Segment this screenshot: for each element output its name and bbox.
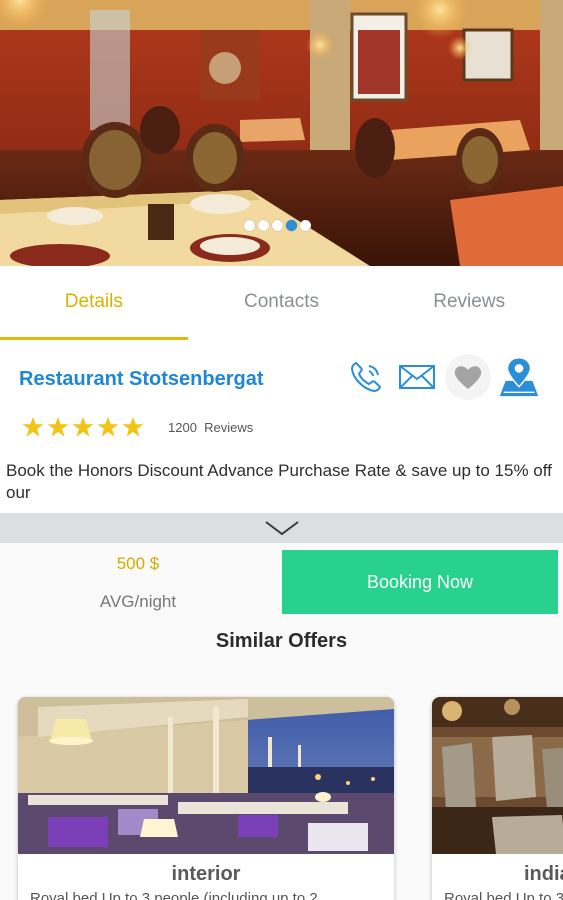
- offer-card-title: interior: [171, 863, 241, 885]
- star-icon: [97, 416, 119, 437]
- carousel-dot[interactable]: [244, 220, 255, 231]
- restaurant-info: Restaurant Stotsenbergat 1200 Reviews Bo…: [0, 342, 563, 513]
- chevron-down-icon: [264, 521, 299, 536]
- carousel-dot[interactable]: [300, 220, 311, 231]
- tab-details[interactable]: Details: [0, 266, 188, 342]
- star-icon: [72, 416, 94, 437]
- contact-actions: [343, 354, 547, 400]
- heart-icon: [454, 366, 482, 389]
- restaurant-description: Book the Honors Discount Advance Purchas…: [6, 461, 552, 502]
- hero-image-carousel[interactable]: [0, 0, 563, 266]
- carousel-dots[interactable]: [244, 220, 311, 231]
- offer-card[interactable]: interior Royal bed Up to 3 people (inclu…: [18, 697, 394, 900]
- price-value: 500 $: [116, 554, 160, 573]
- expand-description-bar[interactable]: [0, 513, 563, 543]
- phone-icon[interactable]: [343, 354, 389, 400]
- restaurant-name: Restaurant Stotsenbergat: [19, 368, 264, 390]
- reviews-label: Reviews: [204, 420, 254, 435]
- restaurant-detail-screen: Details Contacts Reviews Restaurant Stot…: [0, 0, 563, 900]
- mail-icon[interactable]: [394, 354, 440, 400]
- reviews-count[interactable]: 1200 Reviews: [168, 420, 253, 435]
- booking-section: 500 $ AVG/night Booking Now: [0, 543, 563, 623]
- carousel-dot-active[interactable]: [286, 220, 297, 231]
- carousel-dot[interactable]: [258, 220, 269, 231]
- carousel-dot[interactable]: [272, 220, 283, 231]
- offer-card-description: Royal bed Up to 3 people (including up t…: [30, 890, 318, 900]
- favorite-button[interactable]: [445, 354, 491, 400]
- reviews-number: 1200: [168, 420, 197, 435]
- rating-stars: [22, 416, 144, 438]
- price-unit: AVG/night: [99, 592, 177, 611]
- map-pin-icon[interactable]: [496, 354, 542, 400]
- similar-offers-title: Similar Offers: [215, 630, 348, 652]
- booking-now-button[interactable]: Booking Now: [282, 550, 558, 614]
- active-tab-indicator: [0, 337, 188, 340]
- tab-reviews[interactable]: Reviews: [375, 266, 563, 342]
- tab-bar: Details Contacts Reviews: [0, 266, 563, 342]
- tab-contacts[interactable]: Contacts: [188, 266, 376, 342]
- star-icon: [47, 416, 69, 437]
- offer-card-image: [18, 697, 394, 854]
- star-icon: [122, 416, 144, 437]
- offer-card-image: [432, 697, 563, 854]
- offer-card-title: indian: [524, 863, 563, 885]
- offer-card[interactable]: indian Royal bed Up to 3: [432, 697, 563, 900]
- star-icon: [22, 416, 44, 437]
- offer-card-description: Royal bed Up to 3: [444, 890, 563, 900]
